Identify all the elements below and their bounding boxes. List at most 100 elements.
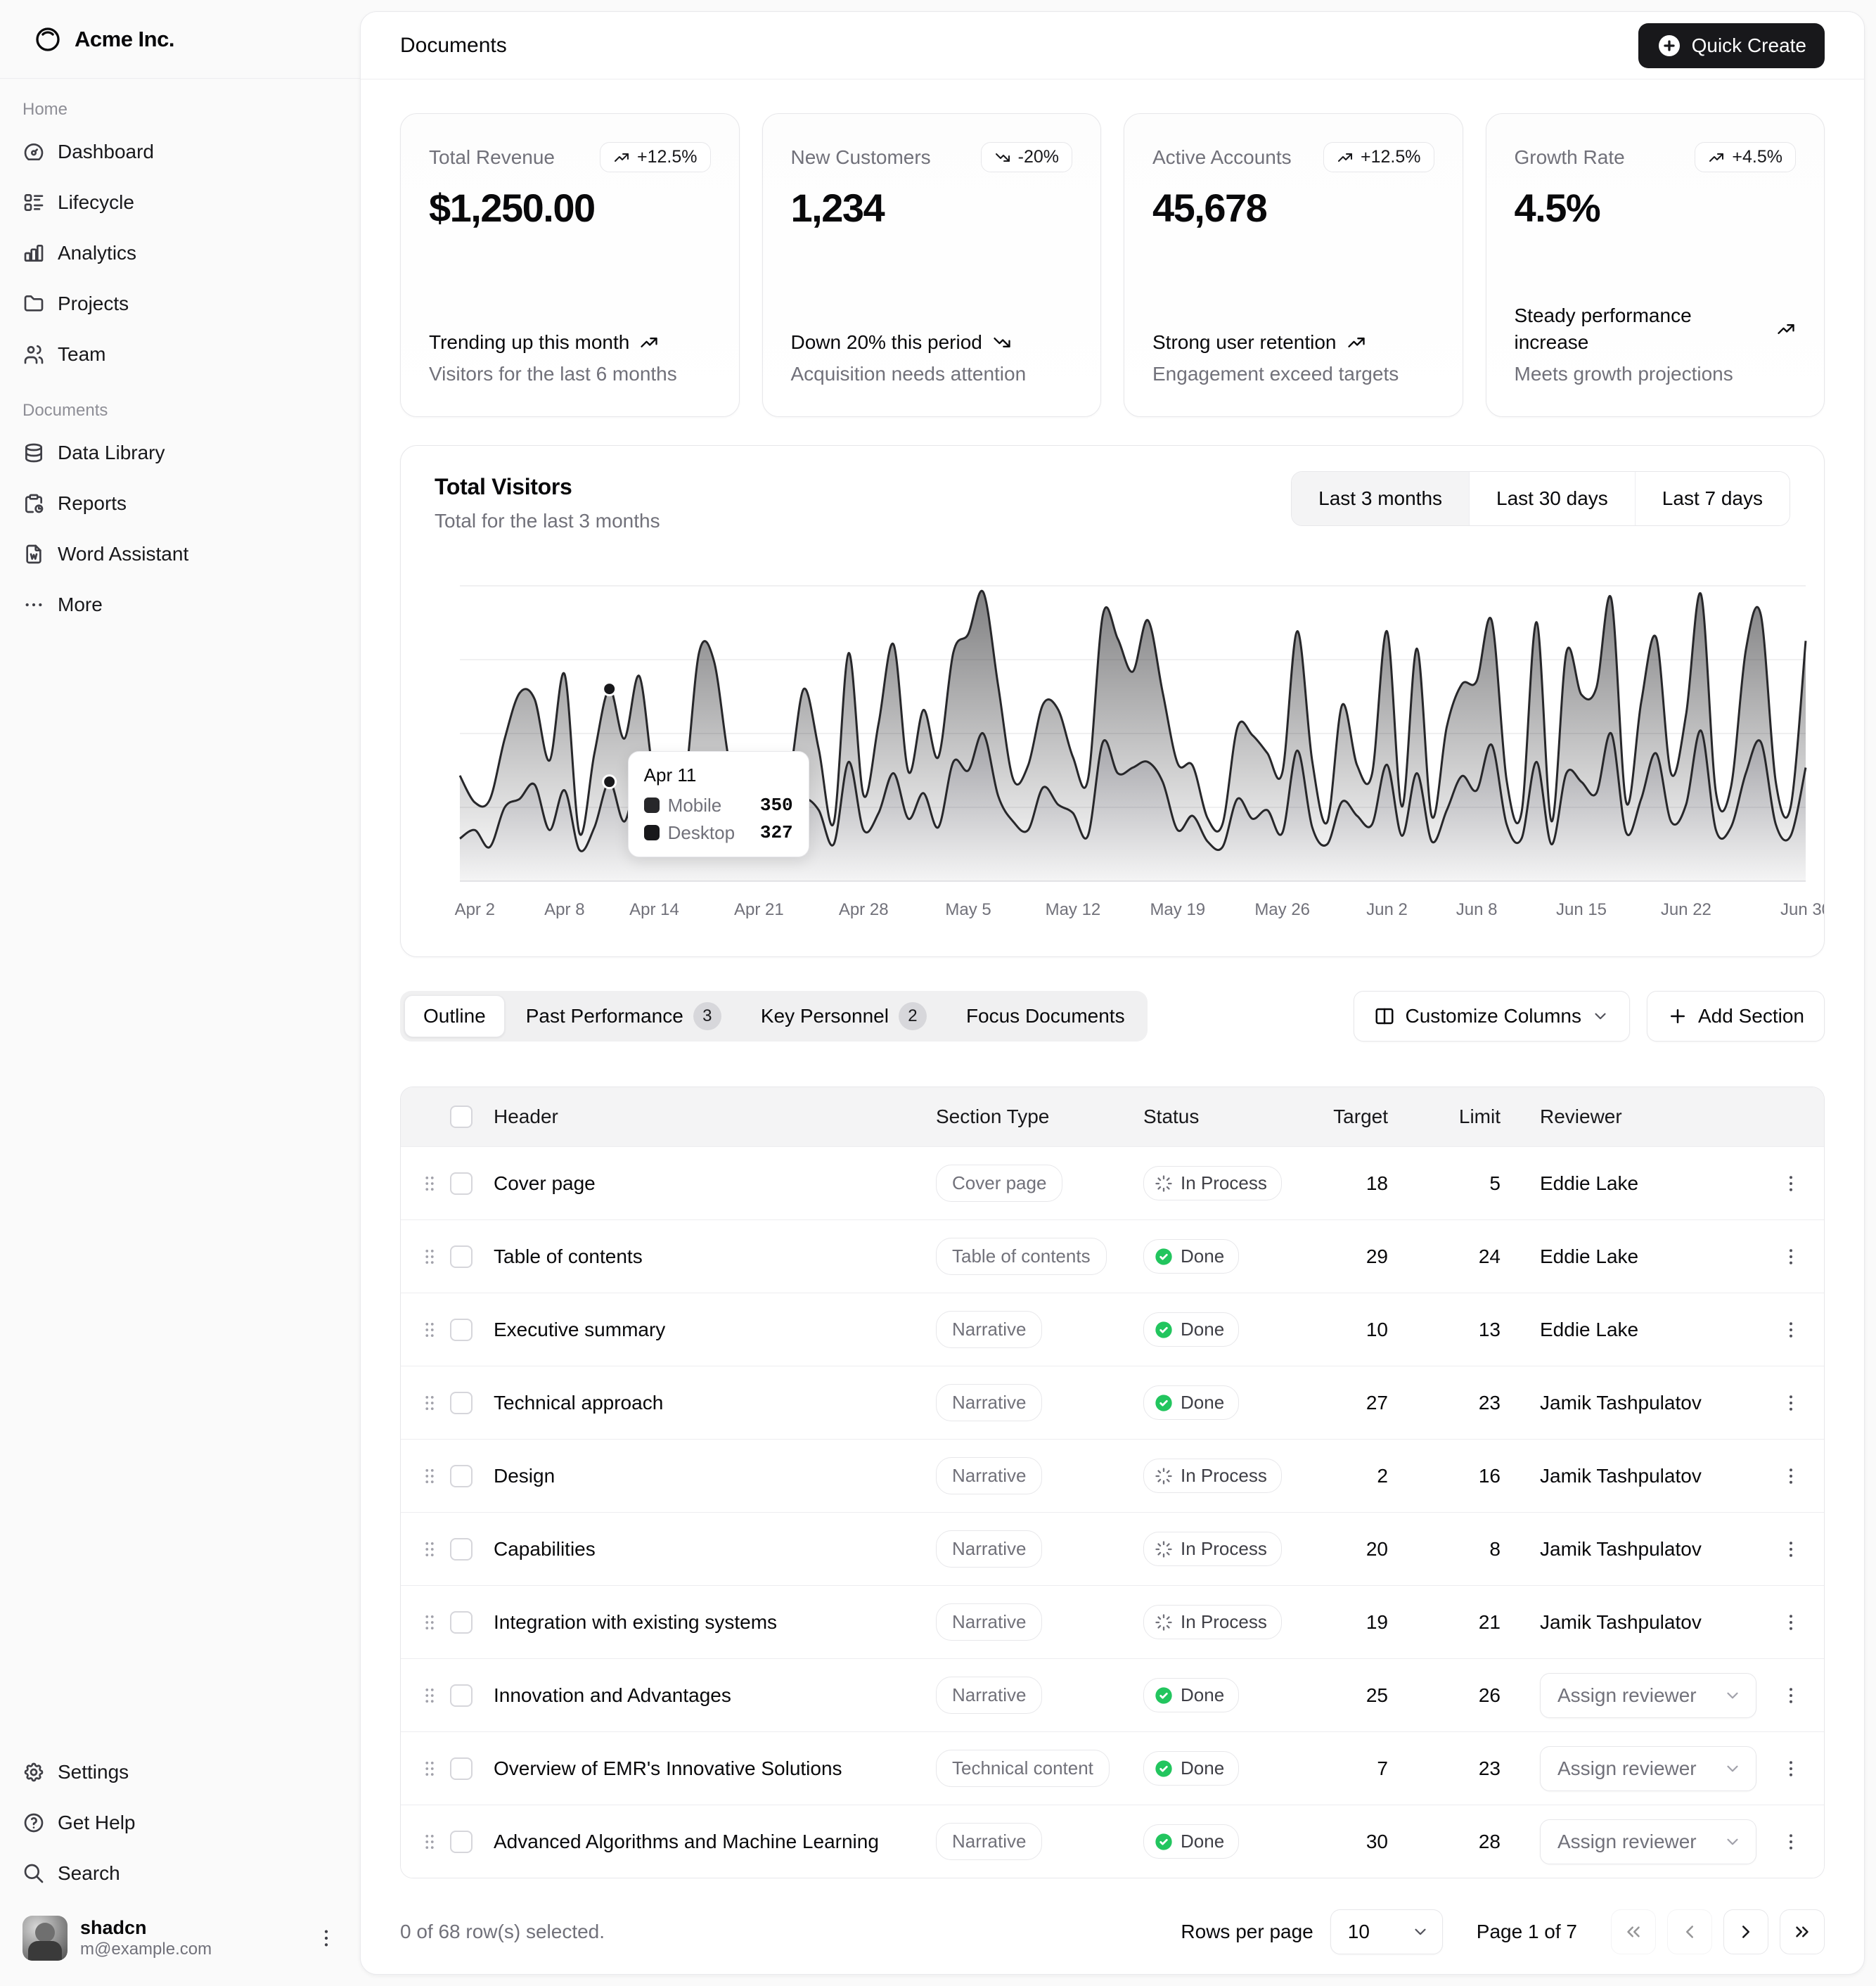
row-target[interactable]: 25	[1308, 1684, 1399, 1707]
row-target[interactable]: 20	[1308, 1538, 1399, 1561]
row-header[interactable]: Overview of EMR's Innovative Solutions	[482, 1757, 925, 1780]
sidebar-item-label: Settings	[58, 1761, 129, 1783]
row-checkbox[interactable]	[450, 1538, 473, 1561]
row-checkbox[interactable]	[450, 1172, 473, 1195]
row-actions-kebab[interactable]	[1780, 1392, 1801, 1414]
row-target[interactable]: 19	[1308, 1611, 1399, 1634]
row-target[interactable]: 18	[1308, 1172, 1399, 1195]
assign-reviewer-select[interactable]: Assign reviewer	[1540, 1746, 1756, 1791]
row-limit[interactable]: 21	[1399, 1611, 1512, 1634]
drag-handle[interactable]	[419, 1612, 440, 1633]
row-actions-kebab[interactable]	[1780, 1246, 1801, 1267]
row-header[interactable]: Innovation and Advantages	[482, 1684, 925, 1707]
row-target[interactable]: 7	[1308, 1757, 1399, 1780]
rows-per-page-select[interactable]: 10	[1330, 1909, 1443, 1954]
sidebar-item-analytics[interactable]: Analytics	[11, 231, 349, 276]
assign-reviewer-select[interactable]: Assign reviewer	[1540, 1673, 1756, 1718]
tab-key-personnel[interactable]: Key Personnel2	[743, 995, 945, 1037]
user-menu[interactable]: shadcn m@example.com	[11, 1907, 349, 1969]
tab-focus-documents[interactable]: Focus Documents	[948, 995, 1143, 1037]
row-checkbox[interactable]	[450, 1757, 473, 1780]
row-limit[interactable]: 26	[1399, 1684, 1512, 1707]
chevron-down-icon	[1723, 1760, 1742, 1778]
assign-reviewer-select[interactable]: Assign reviewer	[1540, 1819, 1756, 1864]
row-target[interactable]: 10	[1308, 1319, 1399, 1341]
row-checkbox[interactable]	[450, 1684, 473, 1707]
drag-handle[interactable]	[419, 1758, 440, 1779]
sidebar-item-search[interactable]: Search	[11, 1851, 349, 1896]
sidebar-item-data-library[interactable]: Data Library	[11, 430, 349, 475]
sidebar-item-dashboard[interactable]: Dashboard	[11, 129, 349, 174]
row-header[interactable]: Advanced Algorithms and Machine Learning	[482, 1831, 925, 1853]
row-limit[interactable]: 23	[1399, 1757, 1512, 1780]
row-limit[interactable]: 13	[1399, 1319, 1512, 1341]
drag-handle[interactable]	[419, 1539, 440, 1560]
row-header[interactable]: Capabilities	[482, 1538, 925, 1561]
last-page-button[interactable]	[1780, 1909, 1825, 1954]
sidebar-item-lifecycle[interactable]: Lifecycle	[11, 180, 349, 225]
row-limit[interactable]: 5	[1399, 1172, 1512, 1195]
sidebar-item-projects[interactable]: Projects	[11, 281, 349, 326]
row-actions-kebab[interactable]	[1780, 1831, 1801, 1852]
row-checkbox[interactable]	[450, 1245, 473, 1268]
drag-handle[interactable]	[419, 1831, 440, 1852]
drag-handle[interactable]	[419, 1319, 440, 1340]
customize-columns-button[interactable]: Customize Columns	[1354, 991, 1630, 1042]
row-actions-kebab[interactable]	[1780, 1173, 1801, 1194]
drag-handle[interactable]	[419, 1392, 440, 1414]
row-checkbox[interactable]	[450, 1831, 473, 1853]
row-target[interactable]: 27	[1308, 1392, 1399, 1414]
row-header[interactable]: Executive summary	[482, 1319, 925, 1341]
visitors-area-chart[interactable]: Apr 2Apr 8Apr 14Apr 21Apr 28May 5May 12M…	[435, 506, 1825, 935]
status-badge: Done	[1143, 1239, 1239, 1274]
row-target[interactable]: 30	[1308, 1831, 1399, 1853]
row-checkbox[interactable]	[450, 1465, 473, 1487]
user-menu-kebab-icon[interactable]	[315, 1927, 338, 1949]
row-header[interactable]: Integration with existing systems	[482, 1611, 925, 1634]
row-header[interactable]: Table of contents	[482, 1245, 925, 1268]
row-checkbox[interactable]	[450, 1611, 473, 1634]
section-type-badge: Technical content	[936, 1750, 1110, 1787]
row-limit[interactable]: 16	[1399, 1465, 1512, 1487]
row-target[interactable]: 2	[1308, 1465, 1399, 1487]
first-page-button[interactable]	[1611, 1909, 1656, 1954]
row-actions-kebab[interactable]	[1780, 1758, 1801, 1779]
sidebar-item-settings[interactable]: Settings	[11, 1750, 349, 1795]
drag-handle[interactable]	[419, 1466, 440, 1487]
sidebar-item-label: Analytics	[58, 242, 136, 264]
row-checkbox[interactable]	[450, 1392, 473, 1414]
drag-handle[interactable]	[419, 1173, 440, 1194]
brand-button[interactable]: Acme Inc.	[23, 20, 186, 59]
row-limit[interactable]: 23	[1399, 1392, 1512, 1414]
previous-page-button[interactable]	[1667, 1909, 1712, 1954]
quick-create-button[interactable]: Quick Create	[1638, 23, 1825, 68]
sidebar-item-get-help[interactable]: Get Help	[11, 1800, 349, 1845]
row-target[interactable]: 29	[1308, 1245, 1399, 1268]
sidebar-item-more[interactable]: More	[11, 582, 349, 627]
row-header[interactable]: Technical approach	[482, 1392, 925, 1414]
row-actions-kebab[interactable]	[1780, 1612, 1801, 1633]
row-checkbox[interactable]	[450, 1319, 473, 1341]
sidebar-item-word-assistant[interactable]: Word Assistant	[11, 532, 349, 577]
drag-handle[interactable]	[419, 1685, 440, 1706]
next-page-button[interactable]	[1723, 1909, 1768, 1954]
row-header[interactable]: Design	[482, 1465, 925, 1487]
row-limit[interactable]: 28	[1399, 1831, 1512, 1853]
series-name: Desktop	[668, 822, 752, 844]
add-section-button[interactable]: Add Section	[1647, 991, 1825, 1042]
row-actions-kebab[interactable]	[1780, 1539, 1801, 1560]
reviewer-name: Jamik Tashpulatov	[1540, 1611, 1702, 1634]
chart-title: Total Visitors	[435, 474, 660, 500]
row-actions-kebab[interactable]	[1780, 1685, 1801, 1706]
tab-outline[interactable]: Outline	[404, 995, 505, 1037]
sidebar-item-team[interactable]: Team	[11, 332, 349, 377]
row-limit[interactable]: 24	[1399, 1245, 1512, 1268]
drag-handle[interactable]	[419, 1246, 440, 1267]
select-all-checkbox[interactable]	[450, 1106, 473, 1128]
tab-past-performance[interactable]: Past Performance3	[508, 995, 740, 1037]
row-limit[interactable]: 8	[1399, 1538, 1512, 1561]
row-actions-kebab[interactable]	[1780, 1319, 1801, 1340]
row-header[interactable]: Cover page	[482, 1172, 925, 1195]
sidebar-item-reports[interactable]: Reports	[11, 481, 349, 526]
row-actions-kebab[interactable]	[1780, 1466, 1801, 1487]
